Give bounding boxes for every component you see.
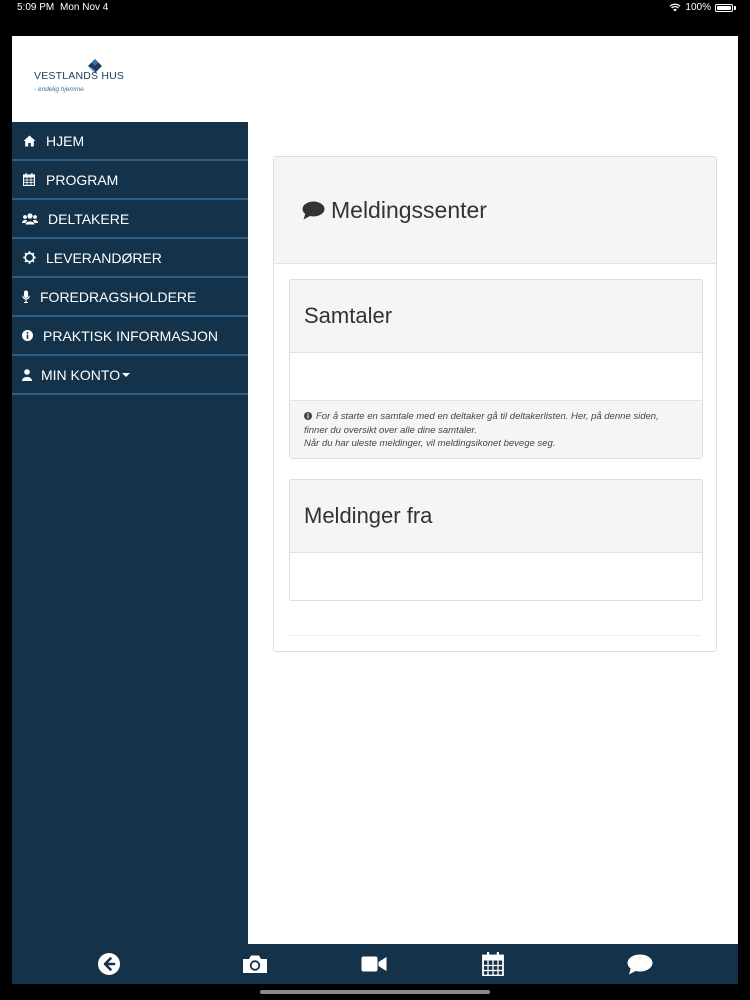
- back-arrow-icon: [98, 953, 120, 975]
- user-icon: [22, 368, 32, 382]
- sidebar-item-label: PROGRAM: [46, 171, 119, 188]
- messages-from-list: [290, 553, 702, 600]
- video-camera-icon: [361, 956, 387, 972]
- logo-tagline: - endelig hjemme: [34, 86, 84, 93]
- battery-tip: [734, 5, 736, 10]
- sidebar-item-praktisk-informasjon[interactable]: PRAKTISK INFORMASJON: [12, 317, 248, 356]
- conversations-panel: Samtaler For å starte en samtale med en …: [289, 279, 703, 459]
- chevron-down-icon: [122, 372, 131, 377]
- sidebar: HJEM PROGRAM DELTAKERE LEVERANDØRER FORE…: [12, 122, 248, 944]
- status-date: Mon Nov 4: [60, 2, 109, 13]
- chat-icon: [627, 954, 653, 974]
- back-button[interactable]: [96, 952, 122, 976]
- users-icon: [22, 212, 38, 226]
- sidebar-item-leverandorer[interactable]: LEVERANDØRER: [12, 239, 248, 278]
- messages-from-title: Meldinger fra: [290, 480, 702, 553]
- status-bar: 5:09 PM Mon Nov 4 100%: [0, 0, 750, 36]
- status-time: 5:09 PM: [17, 2, 55, 13]
- conversations-list: [290, 353, 702, 400]
- calendar-icon: [22, 173, 36, 187]
- page-title-text: Meldingssenter: [331, 196, 487, 223]
- logo[interactable]: VESTLANDS HUS - endelig hjemme: [34, 58, 144, 102]
- microphone-icon: [22, 290, 30, 304]
- sidebar-item-deltakere[interactable]: DELTAKERE: [12, 200, 248, 239]
- message-center-panel: Meldingssenter Samtaler For å starte en …: [273, 156, 717, 652]
- sidebar-item-label: PRAKTISK INFORMASJON: [43, 327, 219, 344]
- info-icon: [22, 329, 33, 343]
- app-window: VESTLANDS HUS - endelig hjemme HJEM PROG…: [12, 36, 738, 944]
- sidebar-item-label: LEVERANDØRER: [46, 249, 162, 266]
- gear-icon: [22, 251, 36, 265]
- camera-button[interactable]: [242, 952, 268, 976]
- chat-button[interactable]: [627, 952, 653, 976]
- battery-percent: 100%: [685, 2, 711, 13]
- status-indicators: 100%: [669, 2, 736, 13]
- wifi-icon: [669, 3, 681, 12]
- conversations-info: For å starte en samtale med en deltaker …: [290, 400, 702, 458]
- battery-icon: [715, 3, 733, 12]
- info-line-1: For å starte en samtale med en deltaker …: [316, 411, 659, 422]
- chat-icon: [302, 201, 325, 220]
- info-line-2: finner du oversikt over alle dine samtal…: [304, 425, 477, 436]
- page-title: Meldingssenter: [274, 157, 716, 264]
- calendar-icon: [482, 952, 504, 976]
- messages-from-panel: Meldinger fra: [289, 479, 703, 601]
- info-icon: [304, 411, 312, 424]
- video-button[interactable]: [361, 952, 387, 976]
- sidebar-item-label: FOREDRAGSHOLDERE: [40, 288, 197, 305]
- info-line-3: Når du har uleste meldinger, vil melding…: [304, 438, 556, 449]
- sidebar-item-hjem[interactable]: HJEM: [12, 122, 248, 161]
- main-content: Meldingssenter Samtaler For å starte en …: [248, 122, 738, 944]
- sidebar-item-label: HJEM: [46, 132, 85, 149]
- sidebar-item-program[interactable]: PROGRAM: [12, 161, 248, 200]
- divider: [289, 635, 701, 636]
- logo-name: VESTLANDS HUS: [34, 70, 125, 82]
- sidebar-item-foredragsholdere[interactable]: FOREDRAGSHOLDERE: [12, 278, 248, 317]
- camera-icon: [243, 955, 267, 973]
- home-icon: [22, 134, 36, 148]
- sidebar-item-label: MIN KONTO: [41, 366, 121, 383]
- sidebar-item-label: DELTAKERE: [48, 210, 130, 227]
- conversations-title: Samtaler: [290, 280, 702, 353]
- bottom-toolbar: [12, 944, 738, 984]
- home-indicator[interactable]: [260, 990, 490, 994]
- header: VESTLANDS HUS - endelig hjemme: [12, 36, 738, 122]
- sidebar-item-min-konto[interactable]: MIN KONTO: [12, 356, 248, 395]
- calendar-button[interactable]: [480, 952, 506, 976]
